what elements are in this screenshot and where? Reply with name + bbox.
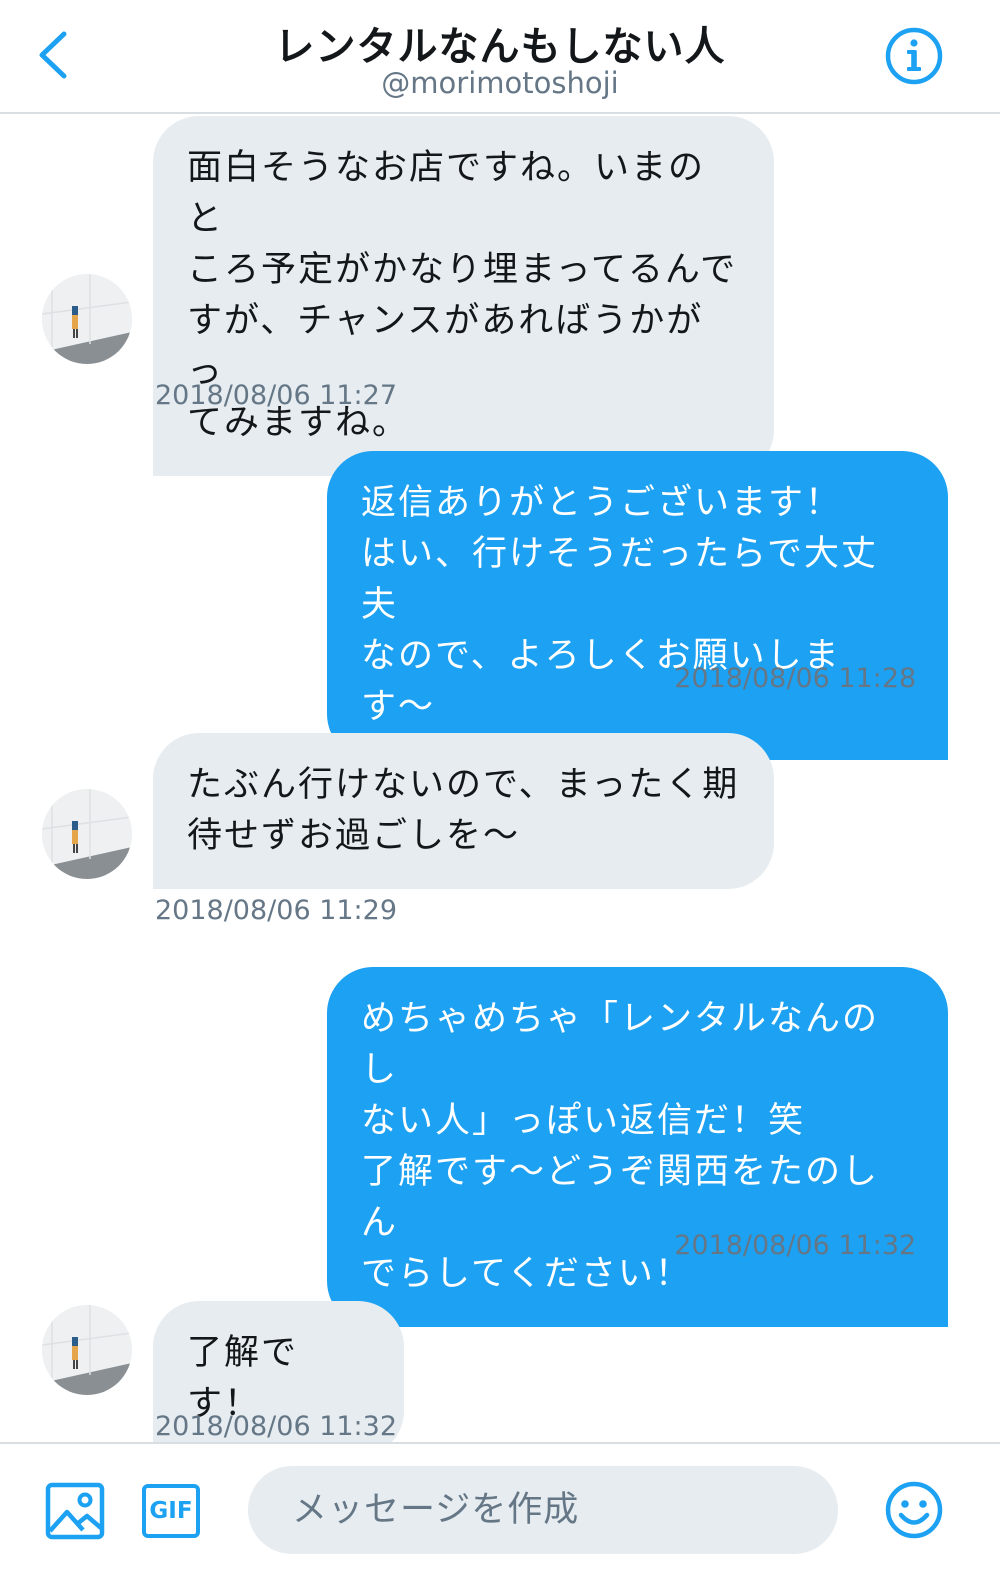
- conversation-title: レンタルなんもしない人: [274, 24, 726, 70]
- message-bubble-incoming[interactable]: たぶん行けないので、まったく期 待せずお過ごしを〜: [153, 733, 774, 889]
- dm-conversation-screen: レンタルなんもしない人 @morimotoshoji 面白そうなお店ですね。いま…: [0, 0, 1000, 1584]
- emoji-button[interactable]: [884, 1480, 944, 1540]
- avatar-photo-icon: [42, 274, 132, 364]
- message-input[interactable]: メッセージを作成: [248, 1466, 838, 1554]
- message-timestamp: 2018/08/06 11:28: [674, 663, 917, 694]
- message-bubble-outgoing[interactable]: めちゃめちゃ「レンタルなんのし ない人」っぽい返信だ！笑 了解です〜どうぞ関西を…: [327, 967, 948, 1327]
- avatar[interactable]: [42, 1305, 132, 1395]
- read-check-icon: ✓: [926, 664, 948, 694]
- read-check-icon: ✓: [926, 1231, 948, 1261]
- image-icon: [45, 1482, 105, 1540]
- gif-button[interactable]: GIF: [142, 1484, 200, 1538]
- message-timestamp-row: 2018/08/06 11:28 ✓: [674, 663, 948, 694]
- avatar-photo-icon: [42, 789, 132, 879]
- info-icon: [885, 27, 943, 85]
- conversation-header: レンタルなんもしない人 @morimotoshoji: [0, 0, 1000, 114]
- avatar[interactable]: [42, 274, 132, 364]
- message-timestamp: 2018/08/06 11:27: [155, 380, 398, 411]
- emoji-icon: [885, 1481, 943, 1539]
- message-timestamp: 2018/08/06 11:32: [155, 1411, 398, 1442]
- message-timestamp: 2018/08/06 11:29: [155, 895, 398, 926]
- message-timestamp-row: 2018/08/06 11:32 ✓: [674, 1230, 948, 1261]
- conversation-handle: @morimotoshoji: [381, 66, 619, 100]
- add-photo-button[interactable]: [45, 1482, 105, 1540]
- message-bubble-incoming[interactable]: 面白そうなお店ですね。いまのと ころ予定がかなり埋まってるんで すが、チャンスが…: [153, 116, 774, 476]
- avatar[interactable]: [42, 789, 132, 879]
- message-timestamp: 2018/08/06 11:32: [674, 1230, 917, 1261]
- info-button[interactable]: [884, 26, 944, 86]
- message-composer: GIF メッセージを作成: [0, 1442, 1000, 1584]
- message-bubble-outgoing[interactable]: 返信ありがとうございます！ はい、行けそうだったらで大丈夫 なので、よろしくお願…: [327, 451, 948, 760]
- avatar-photo-icon: [42, 1305, 132, 1395]
